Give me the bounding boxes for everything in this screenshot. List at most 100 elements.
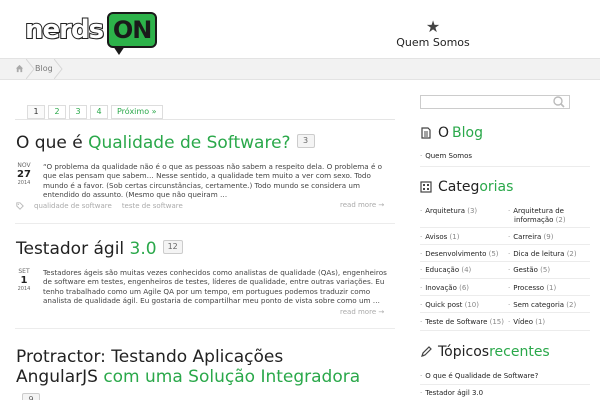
sidebar-link-quem-somos[interactable]: · Quem Somos xyxy=(420,152,472,160)
post-divider xyxy=(15,223,395,224)
page-2[interactable]: 2 xyxy=(48,105,66,119)
category-label: Processo xyxy=(513,284,545,292)
tag-icon xyxy=(16,202,24,210)
page-1[interactable]: 1 xyxy=(27,105,45,119)
category-link[interactable]: · Sem categoria (2) xyxy=(508,301,576,309)
post-title-link[interactable]: com uma Solução Integradora xyxy=(103,367,360,387)
post-divider xyxy=(15,328,395,329)
category-link[interactable]: · Quick post (10) xyxy=(420,301,479,309)
post-date-year: 2014 xyxy=(17,180,31,186)
post-title-link[interactable]: 3.0 xyxy=(130,239,157,259)
search-input[interactable] xyxy=(420,95,570,109)
bullet-icon: · xyxy=(420,318,423,326)
category-link[interactable]: · Inovação (6) xyxy=(420,284,469,292)
category-link[interactable]: · Educação (4) xyxy=(420,266,471,274)
widget-title-recentes: Tópicos recentes xyxy=(420,344,550,360)
logo-speech-bubble: ON xyxy=(107,12,158,55)
tag-link[interactable]: teste de software xyxy=(122,202,183,210)
divider xyxy=(420,166,590,167)
category-label: Sem categoria xyxy=(513,301,565,309)
post-date: SET 1 2014 xyxy=(14,269,34,292)
divider xyxy=(15,119,395,120)
category-link-line2[interactable]: informação (2) xyxy=(514,216,566,224)
category-count: (5) xyxy=(540,266,551,274)
comment-count-badge[interactable]: 12 xyxy=(162,240,183,254)
breadcrumb-blog[interactable]: Blog xyxy=(35,64,53,73)
tag-link[interactable]: qualidade de software xyxy=(34,202,112,210)
widget-title-plain: O xyxy=(438,125,450,141)
post-title-line1[interactable]: Protractor: Testando Aplicações xyxy=(16,347,283,367)
site-logo[interactable]: nerds ON xyxy=(24,8,158,55)
category-label: Quick post xyxy=(425,301,463,309)
post-date-day: 27 xyxy=(17,169,31,180)
divider xyxy=(420,244,590,245)
bullet-icon: · xyxy=(420,233,423,241)
category-link[interactable]: · Dica de leitura (2) xyxy=(508,250,577,258)
post-date-day: 1 xyxy=(20,275,28,286)
post-title-plain: O que é xyxy=(16,133,89,153)
category-count: (3) xyxy=(467,207,478,215)
bullet-icon: · xyxy=(420,284,423,292)
home-icon[interactable] xyxy=(15,64,24,73)
divider xyxy=(420,278,590,279)
divider xyxy=(420,330,590,331)
bullet-icon: · xyxy=(420,266,423,274)
nav-quem-somos-label: Quem Somos xyxy=(396,36,470,49)
post-date-year: 2014 xyxy=(17,286,31,292)
category-count: (15) xyxy=(489,318,504,326)
post-title[interactable]: Protractor: Testando Aplicações xyxy=(16,347,283,367)
category-link[interactable]: · Avisos (1) xyxy=(420,233,459,241)
grid-icon xyxy=(420,181,432,193)
category-link[interactable]: · Arquitetura (3) xyxy=(420,207,477,215)
category-label: Gestão xyxy=(513,266,538,274)
post-date: NOV 27 2014 xyxy=(14,163,34,186)
read-more-link[interactable]: read more → xyxy=(340,201,384,209)
search-icon[interactable] xyxy=(551,95,567,109)
category-count: (9) xyxy=(543,233,554,241)
bullet-icon: · xyxy=(508,318,511,326)
post-title-link[interactable]: Qualidade de Software? xyxy=(88,133,291,153)
category-label: Avisos xyxy=(425,233,448,241)
category-link[interactable]: · Desenvolvimento (5) xyxy=(420,250,499,258)
page-next[interactable]: Próximo » xyxy=(111,105,163,119)
category-label: Carreira xyxy=(513,233,542,241)
comment-count-badge[interactable]: 3 xyxy=(296,134,315,148)
category-label: Arquitetura xyxy=(425,207,466,215)
logo-text-nerds: nerds xyxy=(24,14,105,46)
page-4[interactable]: 4 xyxy=(90,105,108,119)
breadcrumb: Blog xyxy=(0,58,600,80)
widget-title-highlight: recentes xyxy=(489,344,550,360)
breadcrumb-separator xyxy=(54,59,63,79)
category-link[interactable]: · Arquitetura de xyxy=(508,207,564,215)
bullet-icon: · xyxy=(508,284,511,292)
post-title-line2[interactable]: AngularJS com uma Solução Integradora xyxy=(16,367,360,387)
comment-count-badge[interactable]: 9 xyxy=(22,392,40,400)
read-more-link[interactable]: read more → xyxy=(340,308,384,316)
post-title[interactable]: O que é Qualidade de Software? 3 xyxy=(16,133,315,153)
category-link[interactable]: · Gestão (5) xyxy=(508,266,550,274)
divider xyxy=(420,295,590,296)
post-tags: qualidade de software teste de software xyxy=(16,202,183,210)
bullet-icon: · xyxy=(420,250,423,258)
category-count: (5) xyxy=(488,250,499,258)
category-link[interactable]: · Carreira (9) xyxy=(508,233,553,241)
category-link[interactable]: · Teste de Software (15) xyxy=(420,318,504,326)
site-header: nerds ON ★ Quem Somos xyxy=(0,0,600,58)
post-title-plain: AngularJS xyxy=(16,367,104,387)
comment-count-wrap: 9 xyxy=(22,389,40,400)
divider xyxy=(420,261,590,262)
category-link[interactable]: · Vídeo (1) xyxy=(508,318,545,326)
post-title[interactable]: Testador ágil 3.0 12 xyxy=(16,239,183,259)
category-link[interactable]: · Processo (1) xyxy=(508,284,556,292)
document-icon xyxy=(421,127,431,139)
post-excerpt: “O problema da qualidade não é o que as … xyxy=(43,162,383,200)
bullet-icon: · xyxy=(420,207,423,215)
page-3[interactable]: 3 xyxy=(69,105,87,119)
bullet-icon: · xyxy=(420,372,423,380)
pagination: 1 2 3 4 Próximo » xyxy=(27,105,163,119)
nav-quem-somos[interactable]: ★ Quem Somos xyxy=(390,19,476,50)
recent-post-link[interactable]: · Testador ágil 3.0 xyxy=(420,389,483,397)
recent-post-link[interactable]: · O que é Qualidade de Software? xyxy=(420,372,538,380)
widget-title-plain: Tópicos xyxy=(438,344,490,360)
category-label: Vídeo xyxy=(513,318,534,326)
